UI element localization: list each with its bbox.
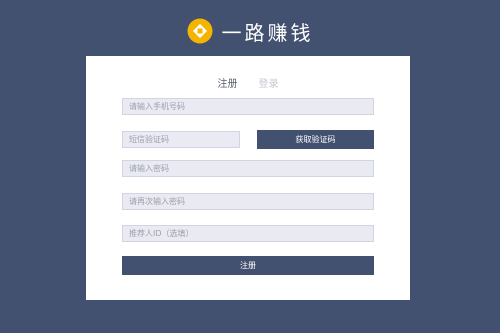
sms-code-input[interactable]: [122, 131, 240, 148]
confirm-password-input[interactable]: [122, 193, 374, 210]
tab-register[interactable]: 注册: [218, 75, 238, 90]
phone-input[interactable]: [122, 98, 374, 115]
password-input[interactable]: [122, 160, 374, 177]
register-card: 注册 登录 获取验证码 注册: [86, 56, 410, 300]
gold-coin-icon: [187, 18, 212, 44]
referrer-id-input[interactable]: [122, 225, 374, 242]
tab-login[interactable]: 登录: [259, 75, 279, 90]
get-code-button[interactable]: 获取验证码: [257, 130, 374, 149]
form-tabs: 注册 登录: [86, 75, 410, 90]
brand-name: 一路赚钱: [221, 20, 314, 45]
brand-header: 一路赚钱: [0, 14, 500, 48]
register-button[interactable]: 注册: [122, 256, 374, 275]
